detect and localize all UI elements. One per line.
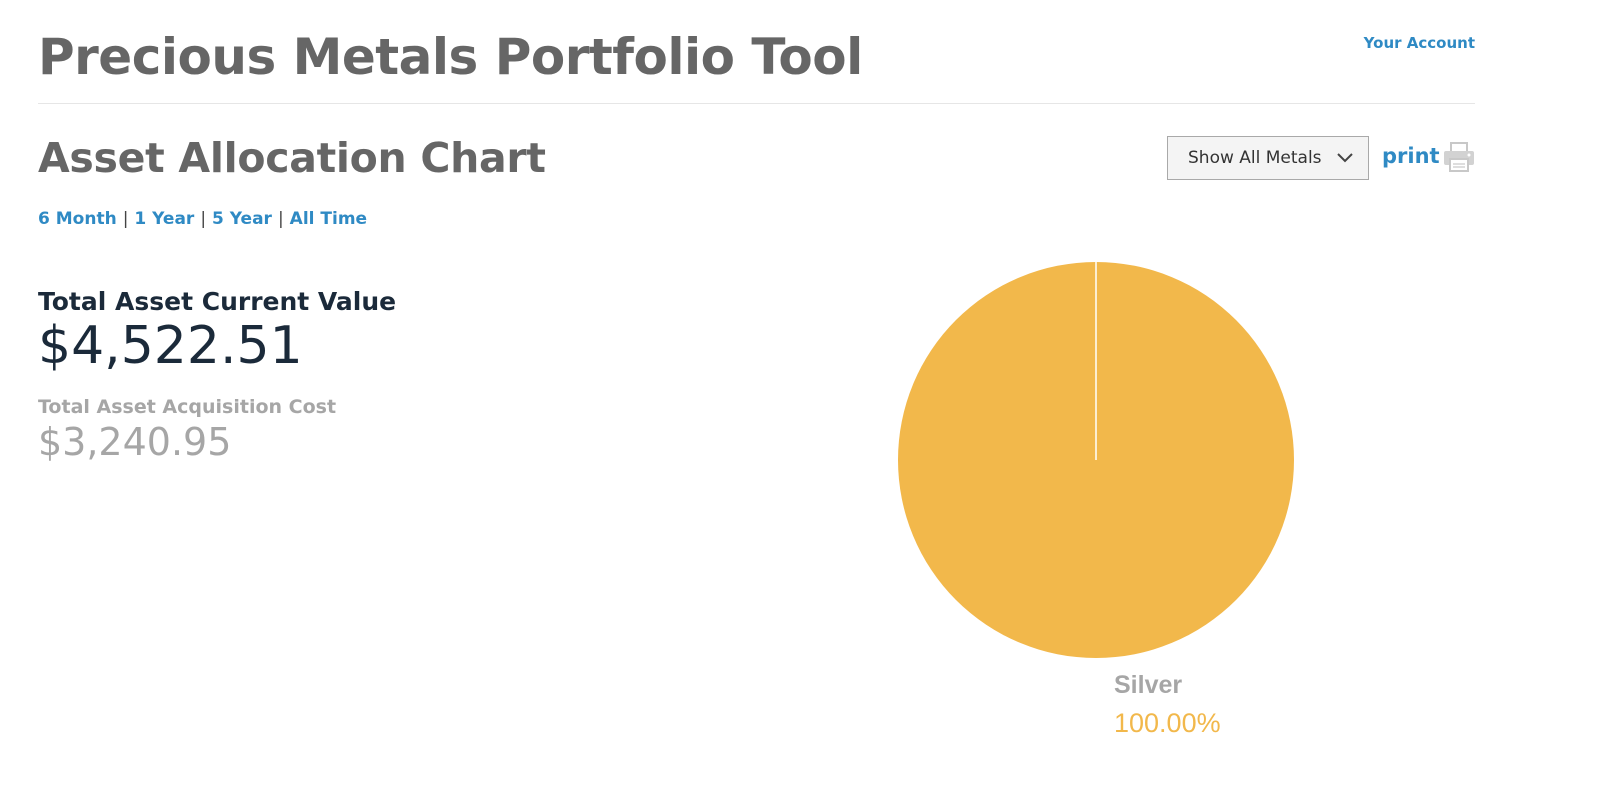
metal-filter-select[interactable]: Show All Metals	[1167, 136, 1369, 180]
range-all-time[interactable]: All Time	[290, 209, 367, 229]
pie-label-percent: 100.00%	[1114, 708, 1221, 738]
time-range-links: 6 Month | 1 Year | 5 Year | All Time	[38, 209, 367, 229]
range-6-month[interactable]: 6 Month	[38, 209, 117, 229]
current-value-label: Total Asset Current Value	[38, 287, 397, 316]
printer-icon[interactable]	[1442, 140, 1476, 174]
current-value-amount: $4,522.51	[38, 316, 303, 376]
metal-filter-value: Show All Metals	[1188, 148, 1322, 168]
range-separator: |	[200, 209, 207, 229]
range-5-year[interactable]: 5 Year	[212, 209, 272, 229]
acquisition-cost-label: Total Asset Acquisition Cost	[38, 396, 337, 418]
pie-label-name: Silver	[1114, 671, 1182, 699]
range-separator: |	[122, 209, 129, 229]
print-link[interactable]: print	[1382, 144, 1440, 168]
range-1-year[interactable]: 1 Year	[134, 209, 194, 229]
your-account-link[interactable]: Your Account	[1364, 34, 1475, 52]
section-title: Asset Allocation Chart	[38, 134, 546, 182]
allocation-pie-chart: Silver 100.00%	[898, 262, 1294, 738]
range-separator: |	[277, 209, 284, 229]
acquisition-cost-amount: $3,240.95	[38, 420, 232, 464]
page-title: Precious Metals Portfolio Tool	[38, 28, 863, 86]
chevron-down-icon	[1336, 149, 1354, 167]
header-divider	[38, 103, 1475, 104]
